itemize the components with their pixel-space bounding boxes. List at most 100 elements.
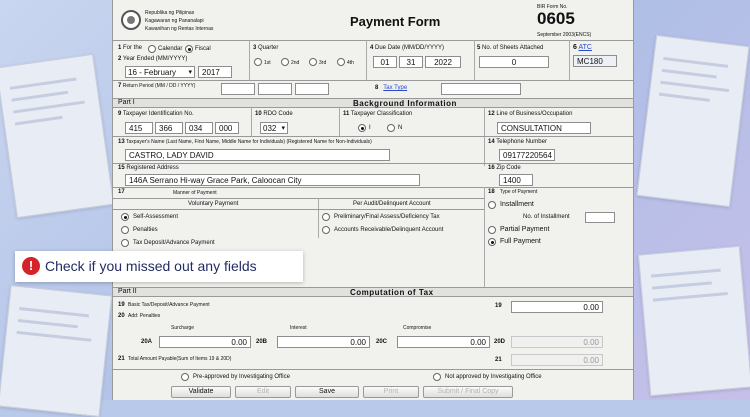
partial-payment-radio[interactable] <box>488 226 496 234</box>
agency-line-2: Kagawaran ng Pananalapi <box>145 18 204 24</box>
voluntary-payment-title: Voluntary Payment <box>188 201 239 207</box>
quarter-2nd-radio[interactable] <box>281 58 289 66</box>
payment-form-window: Republika ng Pilipinas Kagawaran ng Pana… <box>112 0 634 400</box>
atc-link[interactable]: ATC <box>578 44 591 51</box>
telephone-number-input[interactable]: 09177220564 <box>499 149 555 161</box>
quarter-4th-radio[interactable] <box>337 58 345 66</box>
self-assessment-radio[interactable] <box>121 213 129 221</box>
item-21-label: 21 Total Amount Payable(Sum of Items 19 … <box>118 356 232 362</box>
year-ended-year-input[interactable]: 2017 <box>198 66 232 78</box>
basic-tax-input[interactable]: 0.00 <box>511 301 603 313</box>
form-number: 0605 <box>537 9 575 28</box>
bir-seal-icon <box>121 10 141 30</box>
quarter-1st-label: 1st <box>264 60 271 66</box>
background-paper-right <box>636 34 750 208</box>
deficiency-tax-label: Preliminary/Final Assess/Deficiency Tax <box>334 214 440 220</box>
item-7-label: 7 Return Period (MM / DD / YYYY) <box>118 83 196 89</box>
due-date-day-input[interactable]: 31 <box>399 56 423 68</box>
full-payment-radio[interactable] <box>488 238 496 246</box>
zip-code-input[interactable]: 1400 <box>499 174 533 186</box>
exclamation-icon: ! <box>22 257 40 275</box>
fiscal-radio[interactable] <box>185 45 193 53</box>
registered-address-input[interactable]: 146A Serrano Hi-way Grace Park, Caloocan… <box>125 174 420 186</box>
item-20b-label: 20B <box>256 339 268 345</box>
tin-part-4-input[interactable]: 000 <box>215 122 239 134</box>
atc-input[interactable]: MC180 <box>573 55 617 67</box>
item-11-label: 11 Taxpayer Classification <box>343 111 413 117</box>
sheets-attached-input[interactable]: 0 <box>479 56 549 68</box>
total-penalties-input: 0.00 <box>511 336 603 348</box>
item-8-label: 8 Tax Type <box>375 85 408 91</box>
item-3-label: 3 Quarter <box>253 45 279 51</box>
item-2-label: 2 Year Ended (MM/YYYY) <box>118 56 188 62</box>
full-payment-label: Full Payment <box>500 238 541 245</box>
calendar-radio[interactable] <box>148 45 156 53</box>
part-1-title: Background Information <box>353 99 457 108</box>
deficiency-tax-radio[interactable] <box>322 213 330 221</box>
item-20c-label: 20C <box>376 339 388 345</box>
classification-individual-label: I <box>369 125 371 131</box>
due-date-month-input[interactable]: 01 <box>373 56 397 68</box>
classification-individual-radio[interactable] <box>358 124 366 132</box>
item-9-label: 9 Taxpayer Identification No. <box>118 111 194 117</box>
compromise-input[interactable]: 0.00 <box>397 336 490 348</box>
page-title: Payment Form <box>350 14 441 29</box>
tax-deposit-radio[interactable] <box>121 239 129 247</box>
part-2-label: Part II <box>118 288 137 295</box>
taxpayer-name-input[interactable]: CASTRO, LADY DAVID <box>125 149 390 161</box>
part-1-label: Part I <box>118 99 135 106</box>
item-14-label: 14 Telephone Number <box>488 139 547 145</box>
chevron-down-icon: ▾ <box>188 69 192 76</box>
calendar-label: Calendar <box>158 46 183 52</box>
item-13-label: 13 Taxpayer's Name (Last Name, First Nam… <box>118 139 372 145</box>
partial-payment-label: Partial Payment <box>500 226 550 233</box>
quarter-3rd-radio[interactable] <box>309 58 317 66</box>
tin-part-1-input[interactable]: 415 <box>125 122 153 134</box>
installment-radio[interactable] <box>488 201 496 209</box>
notice-text: Check if you missed out any fields <box>45 258 257 274</box>
print-button[interactable]: Print <box>363 386 419 398</box>
quarter-2nd-label: 2nd <box>291 60 300 66</box>
due-date-year-input[interactable]: 2022 <box>425 56 461 68</box>
submit-final-copy-button[interactable]: Submit / Final Copy <box>423 386 513 398</box>
interest-input[interactable]: 0.00 <box>277 336 370 348</box>
return-period-day-input[interactable] <box>258 83 292 95</box>
tin-part-3-input[interactable]: 034 <box>185 122 213 134</box>
installment-label: Installment <box>500 201 534 208</box>
item-12-label: 12 Line of Business/Occupation <box>488 111 573 117</box>
line-of-business-input[interactable]: CONSULTATION <box>497 122 591 134</box>
no-of-installment-input[interactable] <box>585 212 615 223</box>
not-approved-radio[interactable] <box>433 373 441 381</box>
chevron-down-icon: ▾ <box>281 125 285 132</box>
accounts-receivable-radio[interactable] <box>322 226 330 234</box>
no-of-installment-label: No. of Installment <box>523 214 570 220</box>
year-ended-month-select[interactable]: 16 - February ▾ <box>125 66 195 78</box>
return-period-month-input[interactable] <box>221 83 255 95</box>
classification-non-individual-radio[interactable] <box>387 124 395 132</box>
item-20a-label: 20A <box>141 339 153 345</box>
tax-type-link[interactable]: Tax Type <box>383 85 407 91</box>
part-2-title: Computation of Tax <box>350 288 434 297</box>
penalties-label: Penalties <box>133 227 158 233</box>
tax-type-input[interactable] <box>441 83 521 95</box>
manner-of-payment-label: Manner of Payment <box>173 190 217 196</box>
pre-approved-radio[interactable] <box>181 373 189 381</box>
self-assessment-label: Self-Assessment <box>133 214 179 220</box>
agency-line-1: Republika ng Pilipinas <box>145 10 195 16</box>
background-paper-left-2 <box>0 285 113 417</box>
return-period-year-input[interactable] <box>295 83 329 95</box>
validate-button[interactable]: Validate <box>171 386 231 398</box>
item-17-label: 17 <box>118 189 125 195</box>
rdo-code-select[interactable]: 032 ▾ <box>260 122 288 134</box>
item-19-number: 19 <box>495 303 502 309</box>
fiscal-label: Fiscal <box>195 46 211 52</box>
missed-fields-notice: ! Check if you missed out any fields <box>15 251 303 282</box>
item-5-label: 5 No. of Sheets Attached <box>477 45 544 51</box>
save-button[interactable]: Save <box>295 386 359 398</box>
quarter-1st-radio[interactable] <box>254 58 262 66</box>
agency-line-3: Kawanihan ng Rentas Internas <box>145 26 214 32</box>
tin-part-2-input[interactable]: 366 <box>155 122 183 134</box>
surcharge-input[interactable]: 0.00 <box>159 336 251 348</box>
edit-button[interactable]: Edit <box>235 386 291 398</box>
penalties-radio[interactable] <box>121 226 129 234</box>
